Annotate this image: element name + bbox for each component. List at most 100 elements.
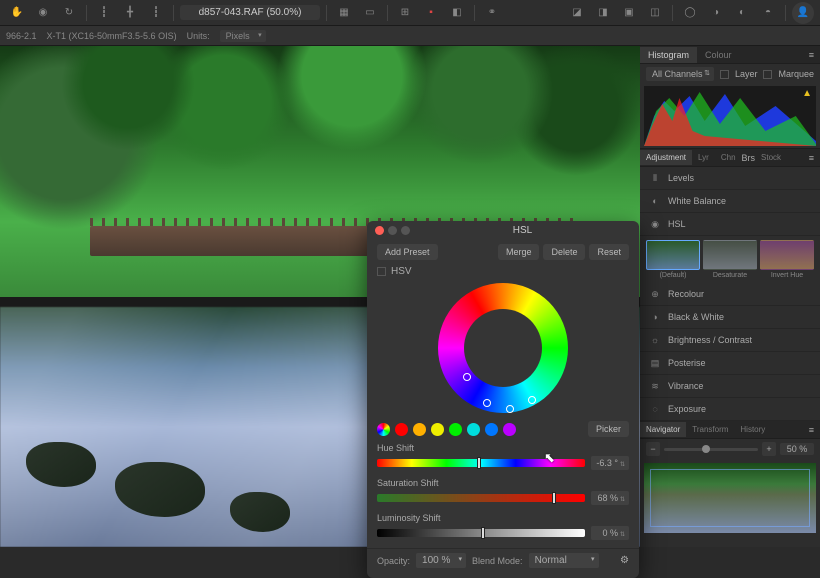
separator [474, 5, 475, 21]
luminosity-slider[interactable] [377, 529, 585, 537]
hue-value[interactable]: -6.3 ° [591, 456, 629, 470]
hsv-checkbox[interactable] [377, 267, 386, 276]
preset-default[interactable]: (Default) [646, 240, 700, 279]
zoom-out-button[interactable]: − [646, 442, 660, 456]
align-right-icon[interactable]: ┇ [145, 3, 167, 23]
crop-icon[interactable]: ◧ [446, 3, 468, 23]
posterise-icon: ▤ [648, 356, 662, 370]
link-icon[interactable]: ⚭ [481, 3, 503, 23]
vibrance-icon: ≋ [648, 379, 662, 393]
stack2-icon[interactable]: ◨ [592, 3, 614, 23]
tab-navigator[interactable]: Navigator [640, 422, 686, 437]
color-wheel-icon[interactable]: ◉ [32, 3, 54, 23]
grid-icon[interactable]: ▦ [333, 3, 355, 23]
maximize-dot[interactable] [401, 226, 410, 235]
tab-history[interactable]: History [734, 422, 771, 437]
adj-posterise[interactable]: ▤Posterise [640, 352, 820, 375]
color-swatches: Picker [367, 419, 639, 439]
settings-gear-icon[interactable]: ⚙ [620, 555, 629, 566]
units-dropdown[interactable]: Pixels [220, 30, 266, 42]
channels-dropdown[interactable]: All Channels [646, 67, 714, 81]
swatch-red[interactable] [395, 423, 408, 436]
hue-slider[interactable] [377, 459, 585, 467]
shape2-icon[interactable]: ◑ [705, 3, 727, 23]
adj-black-white[interactable]: ◑Black & White [640, 306, 820, 329]
luminosity-shift-label: Luminosity Shift [377, 513, 629, 523]
adj-recolour[interactable]: ⊕Recolour [640, 283, 820, 306]
panel-menu-icon[interactable]: ≡ [803, 153, 820, 163]
align-center-icon[interactable]: ╋ [119, 3, 141, 23]
opacity-dropdown[interactable]: 100 % [416, 553, 466, 568]
zoom-slider[interactable] [664, 448, 758, 451]
adj-hsl[interactable]: ◉HSL [640, 213, 820, 236]
swatch-multi[interactable] [377, 423, 390, 436]
right-panel: Histogram Colour ≡ All Channels Layer Ma… [640, 46, 820, 547]
tab-stock[interactable]: Stock [755, 150, 787, 165]
adj-brightness-contrast[interactable]: ☼Brightness / Contrast [640, 329, 820, 352]
swatch-blue[interactable] [485, 423, 498, 436]
adj-exposure[interactable]: ◌Exposure [640, 398, 820, 421]
align-left-icon[interactable]: ┇ [93, 3, 115, 23]
zoom-value[interactable]: 50 % [780, 443, 814, 455]
saturation-slider[interactable] [377, 494, 585, 502]
swatch-cyan[interactable] [467, 423, 480, 436]
tab-transform[interactable]: Transform [686, 422, 734, 437]
clipping-warning-icon[interactable]: ▲ [802, 88, 812, 99]
tab-colour[interactable]: Colour [697, 47, 740, 63]
adj-levels[interactable]: ⫴Levels [640, 167, 820, 190]
stack4-icon[interactable]: ◫ [644, 3, 666, 23]
layer-checkbox[interactable] [720, 70, 729, 79]
snap-icon[interactable]: ⊞ [394, 3, 416, 23]
white-balance-icon: ◐ [648, 194, 662, 208]
separator [326, 5, 327, 21]
tab-brs[interactable]: Brs [742, 153, 756, 163]
snap-red-icon[interactable]: ▪ [420, 3, 442, 23]
panel-menu-icon[interactable]: ≡ [803, 50, 820, 60]
hand-tool-icon[interactable]: ✋ [6, 3, 28, 23]
swatch-green[interactable] [449, 423, 462, 436]
panel-menu-icon[interactable]: ≡ [803, 425, 820, 435]
swatch-yellow[interactable] [431, 423, 444, 436]
zoom-in-button[interactable]: + [762, 442, 776, 456]
separator [672, 5, 673, 21]
shape1-icon[interactable]: ◯ [679, 3, 701, 23]
swatch-magenta[interactable] [503, 423, 516, 436]
delete-button[interactable]: Delete [543, 244, 585, 260]
tab-lyr[interactable]: Lyr [692, 150, 715, 165]
stack1-icon[interactable]: ◪ [566, 3, 588, 23]
marquee-checkbox[interactable] [763, 70, 772, 79]
swatch-orange[interactable] [413, 423, 426, 436]
luminosity-value[interactable]: 0 % [591, 526, 629, 540]
preset-invert-hue[interactable]: Invert Hue [760, 240, 814, 279]
shape3-icon[interactable]: ◐ [731, 3, 753, 23]
add-preset-button[interactable]: Add Preset [377, 244, 438, 260]
screen-icon[interactable]: ▭ [359, 3, 381, 23]
shape4-icon[interactable]: ◓ [757, 3, 779, 23]
opacity-label: Opacity: [377, 556, 410, 566]
tab-chn[interactable]: Chn [715, 150, 742, 165]
camera-profile[interactable]: 966-2.1 [6, 31, 37, 41]
color-wheel[interactable] [438, 283, 568, 413]
adj-vibrance[interactable]: ≋Vibrance [640, 375, 820, 398]
picker-button[interactable]: Picker [588, 421, 629, 437]
dialog-title: HSL [414, 225, 631, 236]
cycle-icon[interactable]: ↻ [58, 3, 80, 23]
minimize-dot[interactable] [388, 226, 397, 235]
close-dot[interactable] [375, 226, 384, 235]
adj-white-balance[interactable]: ◐White Balance [640, 190, 820, 213]
preset-desaturate[interactable]: Desaturate [703, 240, 757, 279]
tab-histogram[interactable]: Histogram [640, 47, 697, 63]
levels-icon: ⫴ [648, 171, 662, 185]
filename-display[interactable]: d857-043.RAF (50.0%) [180, 5, 320, 20]
tab-adjustment[interactable]: Adjustment [640, 150, 692, 165]
lens-profile[interactable]: X-T1 (XC16-50mmF3.5-5.6 OIS) [47, 31, 177, 41]
bw-icon: ◑ [648, 310, 662, 324]
user-avatar-icon[interactable]: 👤 [792, 2, 814, 24]
hue-shift-label: Hue Shift [377, 443, 629, 453]
reset-button[interactable]: Reset [589, 244, 629, 260]
navigator-preview[interactable] [644, 463, 816, 533]
saturation-value[interactable]: 68 % [591, 491, 629, 505]
stack3-icon[interactable]: ▣ [618, 3, 640, 23]
merge-button[interactable]: Merge [498, 244, 540, 260]
blend-mode-dropdown[interactable]: Normal [529, 553, 599, 568]
